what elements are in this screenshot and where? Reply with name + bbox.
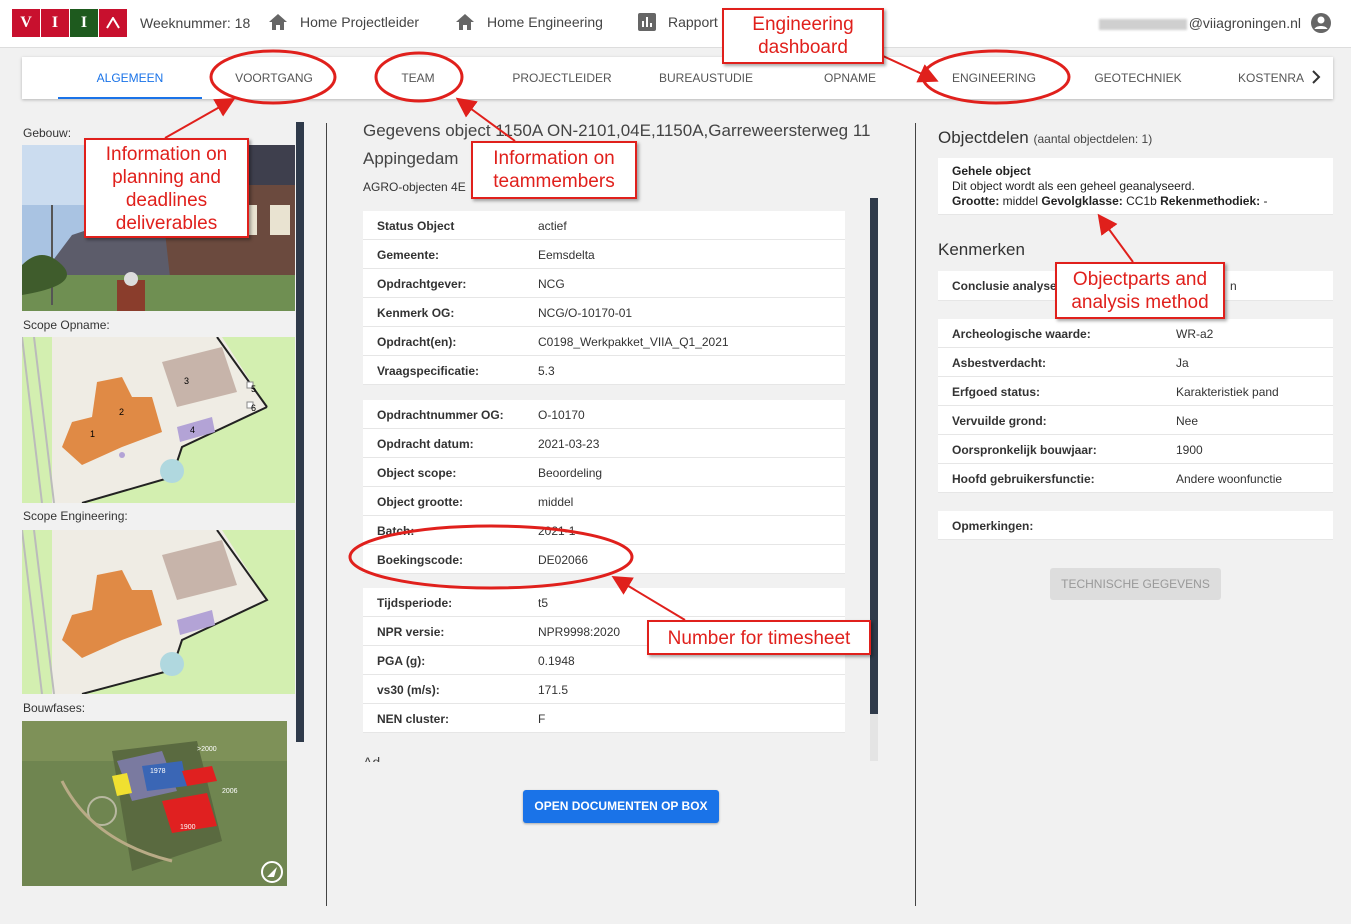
annotation-arrow xyxy=(611,575,686,621)
annotation-engineering-dashboard: Engineering dashboard xyxy=(722,8,884,64)
annotation-team: Information on teammembers xyxy=(471,141,637,199)
highlight-ellipse xyxy=(209,49,337,105)
annotation-planning: Information on planning and deadlines de… xyxy=(84,138,249,238)
highlight-ellipse xyxy=(374,51,464,103)
annotation-objectparts: Objectparts and analysis method xyxy=(1055,262,1225,319)
annotation-arrow xyxy=(1097,213,1134,263)
highlight-ellipse xyxy=(921,49,1071,105)
highlight-ellipse xyxy=(348,524,634,590)
annotation-timesheet: Number for timesheet xyxy=(647,620,871,655)
annotation-arrow xyxy=(164,98,236,139)
annotation-arrow xyxy=(455,97,516,142)
